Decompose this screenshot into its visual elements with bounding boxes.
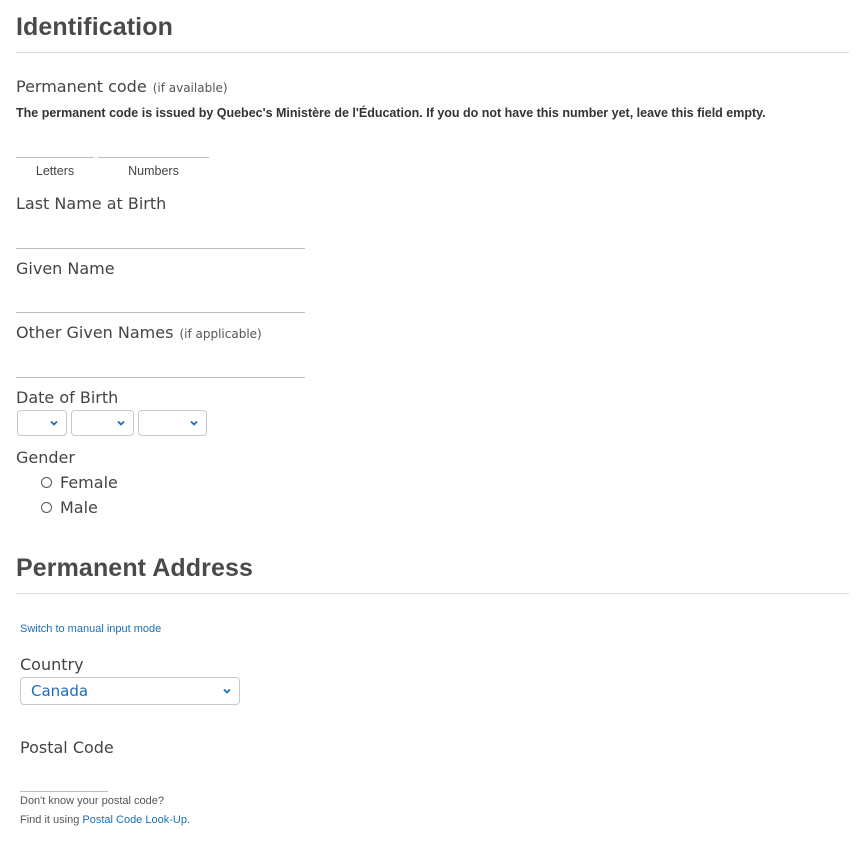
given-name-input[interactable] <box>16 290 305 313</box>
postal-code-input[interactable] <box>20 769 108 792</box>
gender-male-label: Male <box>60 498 98 517</box>
permanent-code-letters-input[interactable] <box>16 135 94 158</box>
postal-code-help-prefix: Find it using <box>20 814 83 826</box>
permanent-code-label: Permanent code (if available) <box>16 77 228 96</box>
birth-day-select[interactable] <box>17 410 67 436</box>
radio-button-male[interactable] <box>41 502 52 513</box>
chevron-down-icon <box>223 688 231 694</box>
permanent-code-numbers-input[interactable] <box>98 135 209 158</box>
other-given-names-input[interactable] <box>16 355 305 378</box>
other-given-names-label-text: Other Given Names <box>16 323 174 342</box>
letters-label: Letters <box>35 164 75 178</box>
section-divider <box>16 52 849 53</box>
postal-code-help-line2: Find it using Postal Code Look-Up. <box>20 814 190 826</box>
section-divider <box>16 593 849 594</box>
gender-female-label: Female <box>60 473 118 492</box>
gender-option-female[interactable]: Female <box>41 473 118 492</box>
radio-button-female[interactable] <box>41 477 52 488</box>
given-name-label: Given Name <box>16 259 115 278</box>
postal-code-lookup-link[interactable]: Postal Code Look-Up <box>82 814 187 826</box>
other-given-names-hint: (if applicable) <box>179 327 262 341</box>
numbers-label: Numbers <box>128 164 179 178</box>
postal-code-help-line1: Don't know your postal code? <box>20 795 164 807</box>
manual-input-mode-link[interactable]: Switch to manual input mode <box>20 623 161 635</box>
country-label: Country <box>20 655 84 674</box>
permanent-code-label-text: Permanent code <box>16 77 147 96</box>
permanent-address-heading: Permanent Address <box>16 554 253 582</box>
chevron-down-icon <box>117 420 125 426</box>
last-name-label: Last Name at Birth <box>16 194 167 213</box>
country-select[interactable]: Canada <box>20 677 240 705</box>
gender-label: Gender <box>16 448 75 467</box>
other-given-names-label: Other Given Names (if applicable) <box>16 323 262 342</box>
birth-month-select[interactable] <box>71 410 134 436</box>
birth-year-select[interactable] <box>138 410 207 436</box>
chevron-down-icon <box>190 420 198 426</box>
chevron-down-icon <box>50 420 58 426</box>
postal-code-label: Postal Code <box>20 738 114 757</box>
date-of-birth-label: Date of Birth <box>16 388 119 407</box>
gender-option-male[interactable]: Male <box>41 498 98 517</box>
postal-code-help-suffix: . <box>186 814 190 826</box>
identification-heading: Identification <box>16 13 173 41</box>
permanent-code-hint: (if available) <box>152 81 228 95</box>
country-selected-value: Canada <box>31 682 89 700</box>
last-name-input[interactable] <box>16 226 305 249</box>
permanent-code-note: The permanent code is issued by Quebec's… <box>16 106 766 120</box>
